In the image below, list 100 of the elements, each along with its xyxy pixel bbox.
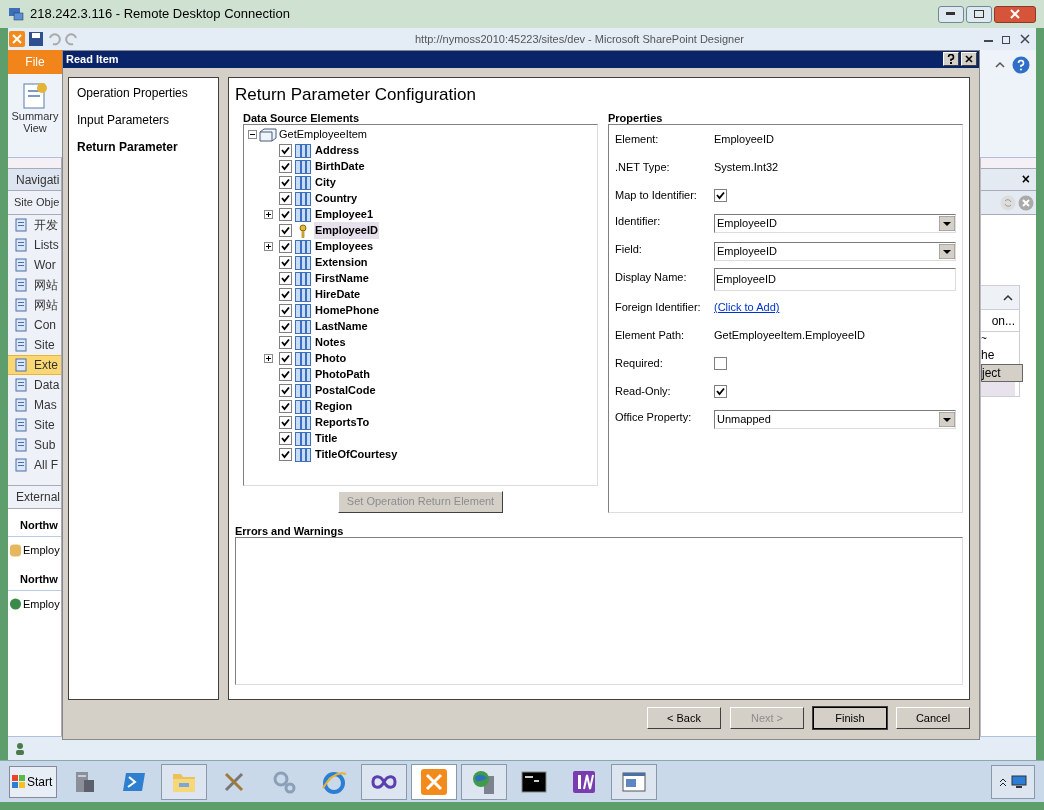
display-name-field[interactable]: EmployeeID — [714, 268, 956, 291]
checkbox[interactable] — [714, 357, 727, 370]
checkbox[interactable] — [279, 208, 292, 221]
checkbox[interactable] — [279, 352, 292, 365]
tree-item[interactable]: City — [314, 174, 337, 191]
tree-item[interactable]: Country — [314, 190, 359, 207]
checkbox[interactable] — [279, 224, 292, 237]
checkbox[interactable] — [279, 240, 292, 253]
database-icon — [9, 542, 22, 558]
collapse-icon[interactable] — [1003, 293, 1013, 302]
tree-item[interactable]: Region — [314, 398, 354, 415]
tree-item[interactable]: GetEmployeeItem — [279, 126, 368, 143]
checkbox[interactable] — [279, 160, 292, 173]
tree-item[interactable]: PostalCode — [314, 382, 377, 399]
checkbox[interactable] — [714, 189, 727, 202]
close-icon[interactable] — [1019, 33, 1031, 45]
list-item[interactable]: Employ — [8, 537, 61, 563]
dropdown[interactable]: Unmapped — [714, 410, 956, 429]
nav-item[interactable]: Site — [8, 335, 61, 355]
tree-item[interactable]: LastName — [314, 318, 369, 335]
checkbox[interactable] — [279, 176, 292, 189]
close-button[interactable]: × — [1021, 169, 1030, 190]
windows-logo-icon — [12, 774, 26, 789]
show-hidden-icon[interactable] — [999, 776, 1007, 787]
tree-item[interactable]: Title — [314, 430, 339, 447]
tree-item[interactable]: Photo — [314, 350, 348, 367]
maximize-button[interactable] — [966, 5, 992, 23]
item-label: Employ — [23, 542, 60, 558]
tree-item[interactable]: TitleOfCourtesy — [314, 446, 399, 463]
tree-item[interactable]: Notes — [314, 334, 347, 351]
checkbox[interactable] — [279, 384, 292, 397]
help-button[interactable] — [943, 52, 959, 67]
help-icon[interactable] — [1012, 56, 1030, 74]
checkbox[interactable] — [279, 336, 292, 349]
checkbox[interactable] — [279, 368, 292, 381]
nav-item[interactable]: 开发 — [8, 215, 61, 235]
panel-text: ~ — [981, 332, 988, 346]
nav-item[interactable]: All F — [8, 455, 61, 475]
tree-item[interactable]: Employee1 — [314, 206, 375, 223]
checkbox[interactable] — [279, 144, 292, 157]
checkbox[interactable] — [279, 320, 292, 333]
list-item[interactable]: Employ — [8, 591, 61, 617]
checkbox[interactable] — [279, 304, 292, 317]
restore-icon[interactable] — [1001, 33, 1013, 45]
tree-item[interactable]: HomePhone — [314, 302, 381, 319]
start-button[interactable]: Start — [9, 765, 57, 798]
save-icon[interactable] — [29, 32, 43, 46]
nav-item-label: Sub — [34, 437, 56, 454]
checkbox[interactable] — [279, 432, 292, 445]
add-link[interactable]: (Click to Add) — [714, 299, 780, 316]
minimize-button[interactable] — [938, 5, 964, 23]
checkbox[interactable] — [279, 416, 292, 429]
nav-item[interactable]: 网站 — [8, 275, 61, 295]
wizard-button[interactable]: < Back — [647, 707, 721, 730]
checkbox[interactable] — [279, 400, 292, 413]
tree-item[interactable]: Extension — [314, 254, 369, 271]
checkbox[interactable] — [279, 288, 292, 301]
section-header[interactable]: Site Obje — [8, 191, 61, 215]
checkbox[interactable] — [714, 385, 727, 398]
wizard-step[interactable]: Input Parameters — [69, 109, 218, 131]
property-label: .NET Type: — [615, 160, 671, 176]
wizard-step[interactable]: Return Parameter — [69, 136, 218, 158]
wizard-step[interactable]: Operation Properties — [69, 82, 218, 104]
nav-item[interactable]: Sub — [8, 435, 61, 455]
close-button[interactable] — [994, 5, 1036, 23]
checkbox[interactable] — [279, 192, 292, 205]
nav-item[interactable]: Site — [8, 415, 61, 435]
wizard-button[interactable]: Finish — [813, 707, 887, 730]
minimize-icon — [946, 12, 956, 16]
tree-item[interactable]: FirstName — [314, 270, 370, 287]
tree-item[interactable]: HireDate — [314, 286, 362, 303]
checkbox[interactable] — [279, 272, 292, 285]
monitor-icon[interactable] — [1011, 774, 1027, 789]
wizard-button[interactable]: Cancel — [896, 707, 970, 730]
nav-item[interactable]: Exte — [8, 355, 61, 375]
nav-item[interactable]: Lists — [8, 235, 61, 255]
nav-item[interactable]: Wor — [8, 255, 61, 275]
tree-item[interactable]: BirthDate — [314, 158, 366, 175]
collapse-icon[interactable] — [248, 130, 257, 139]
tree-item[interactable]: PhotoPath — [314, 366, 371, 383]
tree-item[interactable]: EmployeeID — [314, 222, 379, 239]
summary-view-button[interactable]: Summary View — [8, 80, 62, 134]
tree-item[interactable]: Employees — [314, 238, 375, 255]
expand-icon[interactable] — [264, 354, 273, 363]
dropdown[interactable]: EmployeeID — [714, 242, 956, 261]
checkbox[interactable] — [279, 448, 292, 461]
checkbox[interactable] — [279, 256, 292, 269]
tree-item[interactable]: Address — [314, 142, 361, 159]
expand-icon[interactable] — [264, 210, 273, 219]
column-icon — [295, 191, 311, 206]
nav-item[interactable]: 网站 — [8, 295, 61, 315]
tree-item[interactable]: ReportsTo — [314, 414, 371, 431]
expand-icon[interactable] — [264, 242, 273, 251]
nav-item[interactable]: Data — [8, 375, 61, 395]
nav-item[interactable]: Mas — [8, 395, 61, 415]
action-button[interactable]: ject — [981, 364, 1023, 382]
taskbar-button[interactable] — [361, 763, 407, 800]
nav-item-label: Site — [34, 417, 55, 434]
dropdown[interactable]: EmployeeID — [714, 214, 956, 233]
nav-item[interactable]: Con — [8, 315, 61, 335]
